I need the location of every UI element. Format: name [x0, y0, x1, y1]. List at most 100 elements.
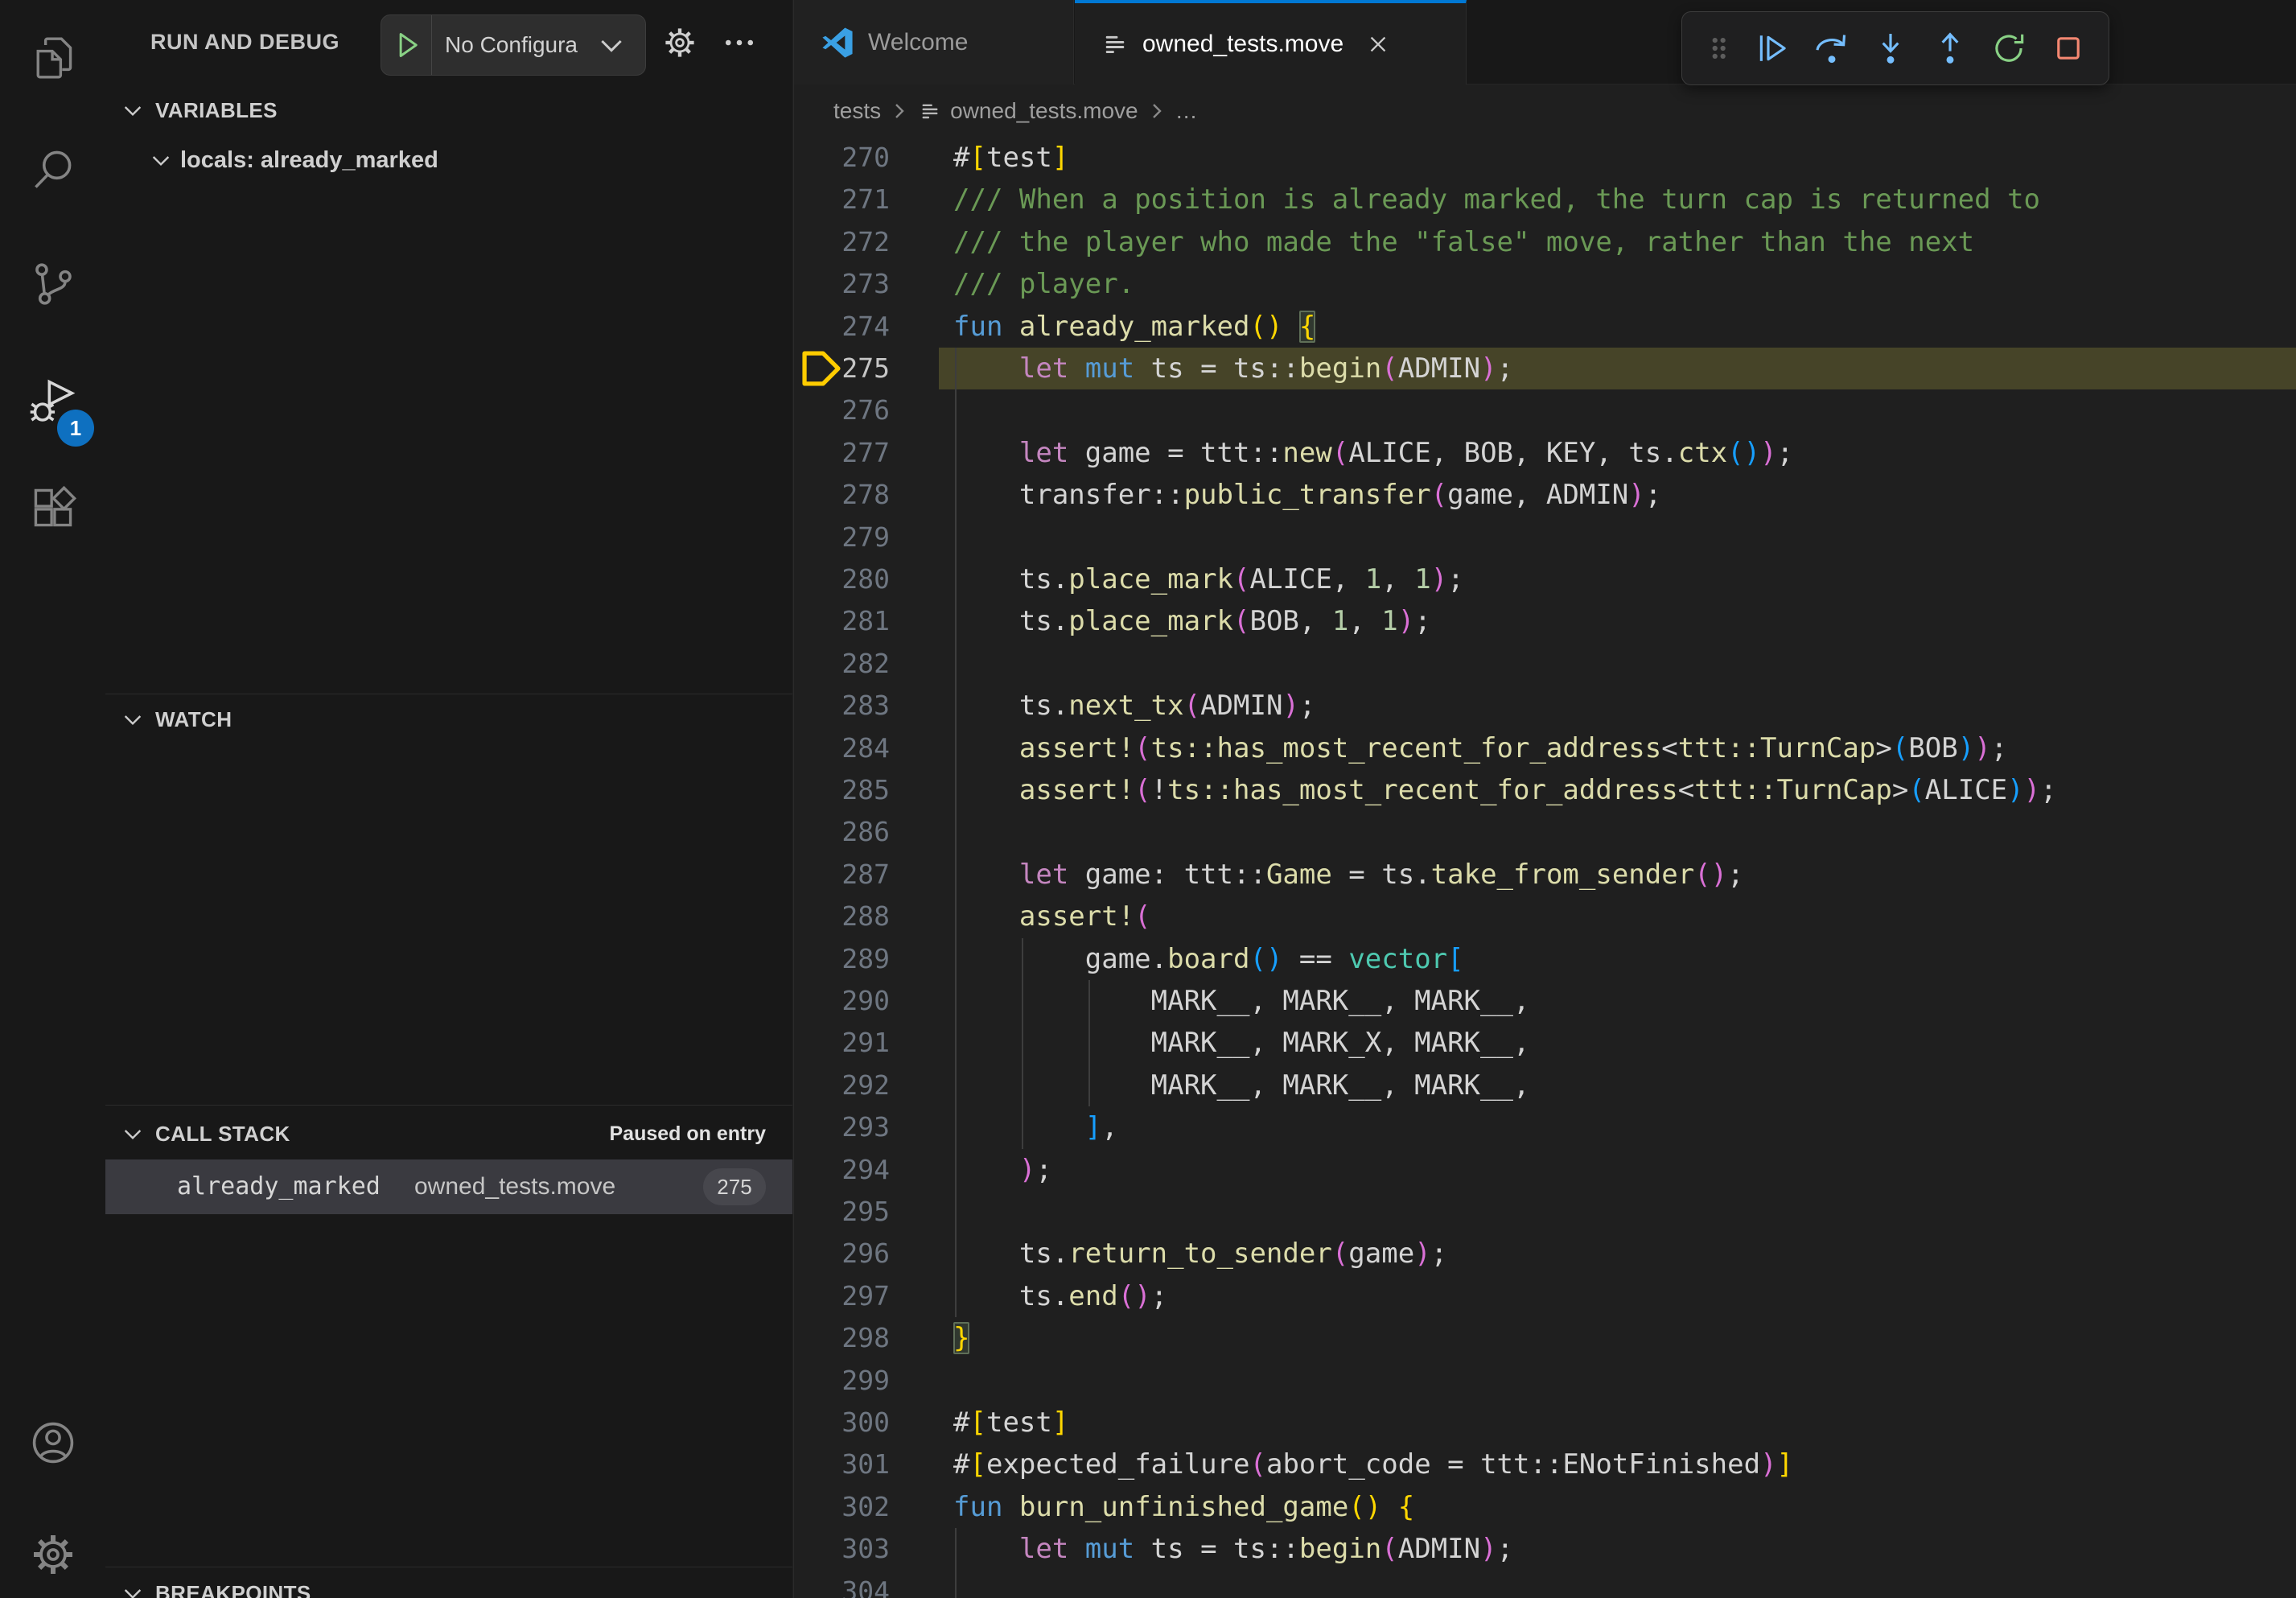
line-number[interactable]: 293 — [794, 1106, 890, 1148]
code-line-280[interactable]: 280 ts.place_mark(ALICE, 1, 1); — [794, 558, 2296, 600]
explorer-button[interactable] — [29, 33, 77, 81]
code-line-285[interactable]: 285 assert!(!ts::has_most_recent_for_add… — [794, 769, 2296, 811]
code-editor[interactable]: 270#[test]271/// When a position is alre… — [794, 137, 2296, 1598]
code-line-275[interactable]: 275 let mut ts = ts::begin(ADMIN); — [794, 348, 2296, 389]
code-line-286[interactable]: 286 — [794, 811, 2296, 853]
line-number[interactable]: 303 — [794, 1528, 890, 1570]
line-number[interactable]: 296 — [794, 1233, 890, 1275]
line-number[interactable]: 297 — [794, 1275, 890, 1317]
section-breakpoints[interactable]: BREAKPOINTS — [105, 1571, 792, 1598]
close-icon[interactable] — [1366, 32, 1390, 56]
start-debug-icon[interactable] — [393, 31, 422, 60]
extensions-button[interactable] — [29, 484, 77, 532]
line-number[interactable]: 295 — [794, 1191, 890, 1233]
line-number[interactable]: 287 — [794, 854, 890, 896]
code-line-291[interactable]: 291 MARK__, MARK_X, MARK__, — [794, 1022, 2296, 1064]
code-line-277[interactable]: 277 let game = ttt::new(ALICE, BOB, KEY,… — [794, 432, 2296, 474]
code-line-300[interactable]: 300#[test] — [794, 1402, 2296, 1444]
line-number[interactable]: 302 — [794, 1486, 890, 1528]
breadcrumb-item-tests[interactable]: tests — [833, 98, 881, 124]
line-number[interactable]: 288 — [794, 896, 890, 937]
code-line-276[interactable]: 276 — [794, 389, 2296, 431]
stop-button[interactable] — [2050, 30, 2087, 67]
continue-button[interactable] — [1754, 30, 1791, 67]
line-number[interactable]: 286 — [794, 811, 890, 853]
line-number[interactable]: 270 — [794, 137, 890, 179]
tab-welcome[interactable]: Welcome — [794, 0, 1074, 84]
section-variables[interactable]: VARIABLES — [105, 87, 792, 134]
line-number[interactable]: 299 — [794, 1360, 890, 1402]
breadcrumb-item-symbol[interactable]: … — [1175, 98, 1198, 124]
debug-configuration-dropdown[interactable]: No Configura — [381, 14, 646, 76]
line-number[interactable]: 276 — [794, 389, 890, 431]
settings-button[interactable] — [29, 1530, 77, 1579]
code-line-271[interactable]: 271/// When a position is already marked… — [794, 179, 2296, 220]
code-line-298[interactable]: 298} — [794, 1317, 2296, 1359]
line-number[interactable]: 273 — [794, 263, 890, 305]
code-line-304[interactable]: 304 — [794, 1571, 2296, 1598]
code-line-301[interactable]: 301#[expected_failure(abort_code = ttt::… — [794, 1444, 2296, 1485]
section-call-stack[interactable]: CALL STACK Paused on entry — [105, 1110, 792, 1158]
line-number[interactable]: 284 — [794, 727, 890, 769]
line-number[interactable]: 300 — [794, 1402, 890, 1444]
code-line-292[interactable]: 292 MARK__, MARK__, MARK__, — [794, 1065, 2296, 1106]
line-number[interactable]: 304 — [794, 1571, 890, 1598]
code-line-273[interactable]: 273/// player. — [794, 263, 2296, 305]
variables-scope-locals[interactable]: locals: already_marked — [105, 137, 792, 183]
line-number[interactable]: 280 — [794, 558, 890, 600]
step-into-button[interactable] — [1872, 30, 1909, 67]
code-line-272[interactable]: 272 /// the player who made the "false" m… — [794, 221, 2296, 263]
call-stack-frame[interactable]: already_marked owned_tests.move 275 — [105, 1159, 792, 1214]
code-line-297[interactable]: 297 ts.end(); — [794, 1275, 2296, 1317]
code-line-284[interactable]: 284 assert!(ts::has_most_recent_for_addr… — [794, 727, 2296, 769]
line-number[interactable]: 285 — [794, 769, 890, 811]
search-button[interactable] — [29, 146, 77, 194]
code-line-279[interactable]: 279 — [794, 517, 2296, 558]
code-line-282[interactable]: 282 — [794, 643, 2296, 685]
code-line-295[interactable]: 295 — [794, 1191, 2296, 1233]
account-button[interactable] — [29, 1419, 77, 1467]
section-watch[interactable]: WATCH — [105, 697, 792, 742]
line-number[interactable]: 271 — [794, 179, 890, 220]
line-number[interactable]: 281 — [794, 600, 890, 642]
code-line-299[interactable]: 299 — [794, 1360, 2296, 1402]
tab-owned-tests-move[interactable]: owned_tests.move — [1075, 0, 1467, 84]
line-number[interactable]: 278 — [794, 474, 890, 516]
line-number[interactable]: 298 — [794, 1317, 890, 1359]
code-line-278[interactable]: 278 transfer::public_transfer(game, ADMI… — [794, 474, 2296, 516]
line-number[interactable]: 294 — [794, 1149, 890, 1191]
code-line-296[interactable]: 296 ts.return_to_sender(game); — [794, 1233, 2296, 1275]
line-number[interactable]: 290 — [794, 980, 890, 1022]
code-line-302[interactable]: 302fun burn_unfinished_game() { — [794, 1486, 2296, 1528]
code-line-270[interactable]: 270#[test] — [794, 137, 2296, 179]
line-number[interactable]: 272 — [794, 221, 890, 263]
debug-settings-gear-icon[interactable] — [662, 25, 697, 60]
code-line-293[interactable]: 293 ], — [794, 1106, 2296, 1148]
line-number[interactable]: 289 — [794, 938, 890, 980]
code-line-290[interactable]: 290 MARK__, MARK__, MARK__, — [794, 980, 2296, 1022]
code-line-283[interactable]: 283 ts.next_tx(ADMIN); — [794, 685, 2296, 727]
more-actions-icon[interactable] — [722, 25, 757, 60]
code-line-288[interactable]: 288 assert!( — [794, 896, 2296, 937]
line-number[interactable]: 277 — [794, 432, 890, 474]
line-text: /// the player who made the "false" move… — [953, 221, 1974, 263]
breadcrumb-item-file[interactable]: owned_tests.move — [950, 98, 1138, 124]
drag-handle-icon[interactable] — [1705, 30, 1732, 67]
line-number[interactable]: 292 — [794, 1065, 890, 1106]
line-number[interactable]: 282 — [794, 643, 890, 685]
line-number[interactable]: 291 — [794, 1022, 890, 1064]
step-over-button[interactable] — [1813, 30, 1850, 67]
restart-button[interactable] — [1990, 30, 2027, 67]
step-out-button[interactable] — [1932, 30, 1969, 67]
code-line-274[interactable]: 274fun already_marked() { — [794, 306, 2296, 348]
line-number[interactable]: 301 — [794, 1444, 890, 1485]
source-control-button[interactable] — [29, 260, 77, 308]
code-line-294[interactable]: 294 ); — [794, 1149, 2296, 1191]
code-line-281[interactable]: 281 ts.place_mark(BOB, 1, 1); — [794, 600, 2296, 642]
line-number[interactable]: 279 — [794, 517, 890, 558]
code-line-303[interactable]: 303 let mut ts = ts::begin(ADMIN); — [794, 1528, 2296, 1570]
code-line-287[interactable]: 287 let game: ttt::Game = ts.take_from_s… — [794, 854, 2296, 896]
line-number[interactable]: 274 — [794, 306, 890, 348]
code-line-289[interactable]: 289 game.board() == vector[ — [794, 938, 2296, 980]
line-number[interactable]: 283 — [794, 685, 890, 727]
